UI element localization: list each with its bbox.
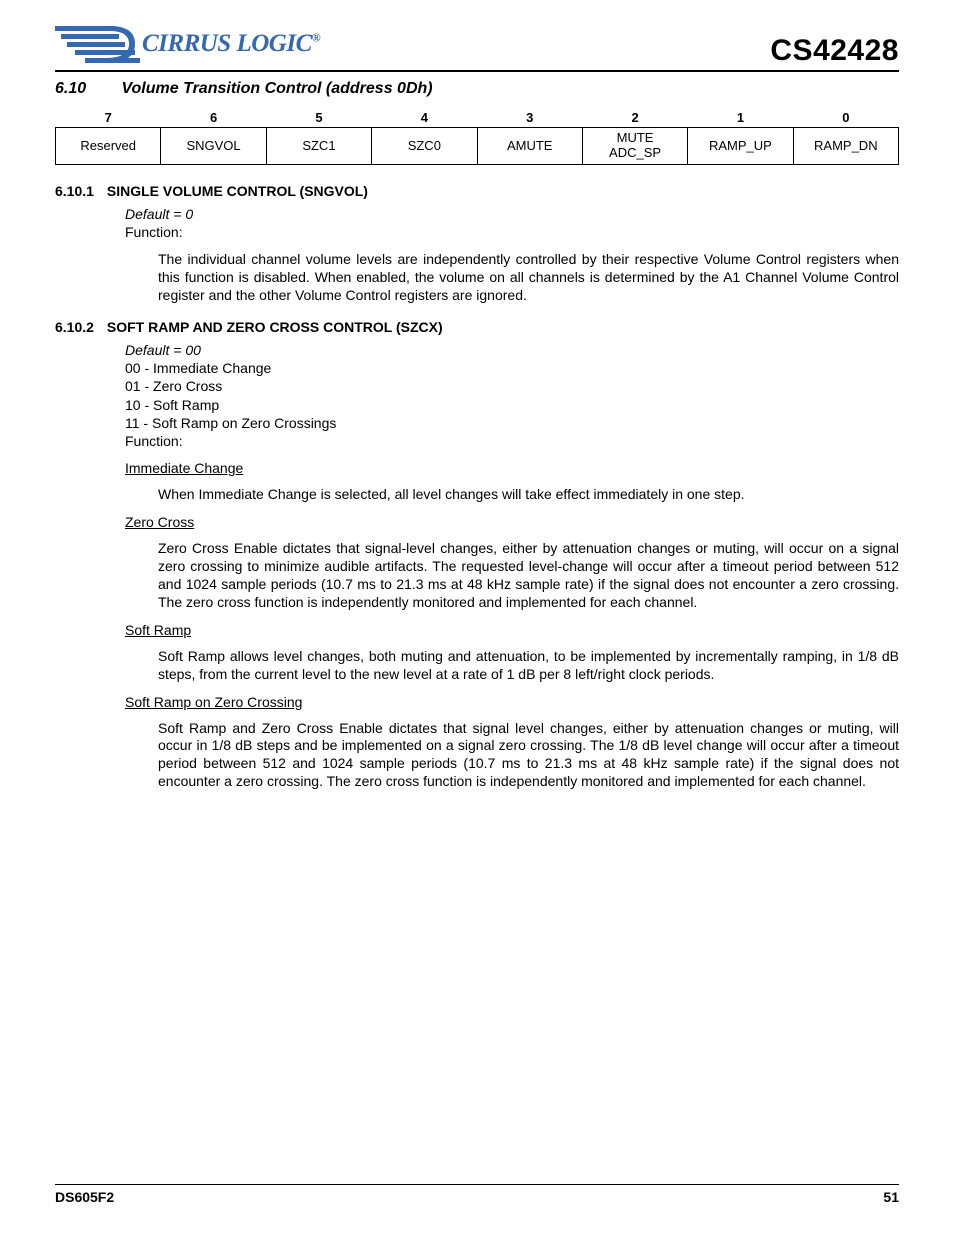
body-paragraph: Soft Ramp allows level changes, both mut… bbox=[158, 648, 899, 684]
subsection-heading: 6.10.1 SINGLE VOLUME CONTROL (SNGVOL) bbox=[55, 183, 899, 199]
bit-cell: RAMP_DN bbox=[793, 128, 898, 165]
section-number: 6.10 bbox=[55, 80, 117, 98]
section-heading: 6.10 Volume Transition Control (address … bbox=[55, 80, 899, 98]
option-line: 11 - Soft Ramp on Zero Crossings bbox=[125, 414, 899, 432]
mode-heading: Soft Ramp on Zero Crossing bbox=[125, 694, 899, 710]
subsection-heading: 6.10.2 SOFT RAMP AND ZERO CROSS CONTROL … bbox=[55, 319, 899, 335]
body-paragraph: When Immediate Change is selected, all l… bbox=[158, 486, 899, 504]
subsection-number: 6.10.1 bbox=[55, 183, 103, 199]
bit-table: 7 6 5 4 3 2 1 0 Reserved SNGVOL SZC1 SZC… bbox=[55, 108, 899, 165]
cirrus-wave-icon bbox=[55, 20, 140, 68]
bit-cell: RAMP_UP bbox=[688, 128, 793, 165]
section-title-text: Volume Transition Control (address 0Dh) bbox=[121, 80, 432, 97]
page-number: 51 bbox=[883, 1189, 899, 1205]
option-line: 01 - Zero Cross bbox=[125, 377, 899, 395]
bit-header: 7 bbox=[56, 108, 161, 128]
subsection-title-text: SINGLE VOLUME CONTROL (SNGVOL) bbox=[107, 183, 368, 199]
bit-header: 4 bbox=[372, 108, 477, 128]
bit-header: 6 bbox=[161, 108, 266, 128]
bit-header: 5 bbox=[266, 108, 371, 128]
mode-heading: Soft Ramp bbox=[125, 622, 899, 638]
table-header-row: 7 6 5 4 3 2 1 0 bbox=[56, 108, 899, 128]
bit-header: 2 bbox=[582, 108, 687, 128]
page-root: CIRRUS LOGIC® CS42428 6.10 Volume Transi… bbox=[0, 0, 954, 1235]
doc-id: DS605F2 bbox=[55, 1189, 114, 1205]
bit-header: 0 bbox=[793, 108, 898, 128]
function-label: Function: bbox=[125, 432, 899, 450]
default-line: Default = 0 bbox=[125, 205, 899, 223]
logo-text: CIRRUS LOGIC® bbox=[142, 30, 320, 58]
bit-cell: Reserved bbox=[56, 128, 161, 165]
registered-icon: ® bbox=[312, 31, 320, 45]
bit-cell: SZC0 bbox=[372, 128, 477, 165]
bit-cell: AMUTE bbox=[477, 128, 582, 165]
logo-text-content: CIRRUS LOGIC bbox=[142, 30, 312, 57]
mode-heading: Zero Cross bbox=[125, 514, 899, 530]
function-label: Function: bbox=[125, 223, 899, 241]
option-line: 00 - Immediate Change bbox=[125, 359, 899, 377]
page-header: CIRRUS LOGIC® CS42428 bbox=[55, 20, 899, 72]
body-paragraph: Soft Ramp and Zero Cross Enable dictates… bbox=[158, 720, 899, 792]
default-line: Default = 00 bbox=[125, 341, 899, 359]
subsection-title-text: SOFT RAMP AND ZERO CROSS CONTROL (SZCX) bbox=[107, 319, 443, 335]
bit-header: 1 bbox=[688, 108, 793, 128]
part-number: CS42428 bbox=[770, 34, 899, 68]
bit-cell: MUTEADC_SP bbox=[582, 128, 687, 165]
body-paragraph: Zero Cross Enable dictates that signal-l… bbox=[158, 540, 899, 612]
option-line: 10 - Soft Ramp bbox=[125, 396, 899, 414]
subsection-number: 6.10.2 bbox=[55, 319, 103, 335]
bit-header: 3 bbox=[477, 108, 582, 128]
default-block: Default = 0 Function: bbox=[125, 205, 899, 241]
default-block: Default = 00 00 - Immediate Change 01 - … bbox=[125, 341, 899, 450]
page-footer: DS605F2 51 bbox=[55, 1184, 899, 1205]
mode-heading: Immediate Change bbox=[125, 460, 899, 476]
bit-cell: SZC1 bbox=[266, 128, 371, 165]
company-logo: CIRRUS LOGIC® bbox=[55, 20, 320, 68]
table-row: Reserved SNGVOL SZC1 SZC0 AMUTE MUTEADC_… bbox=[56, 128, 899, 165]
bit-cell: SNGVOL bbox=[161, 128, 266, 165]
body-paragraph: The individual channel volume levels are… bbox=[158, 251, 899, 305]
